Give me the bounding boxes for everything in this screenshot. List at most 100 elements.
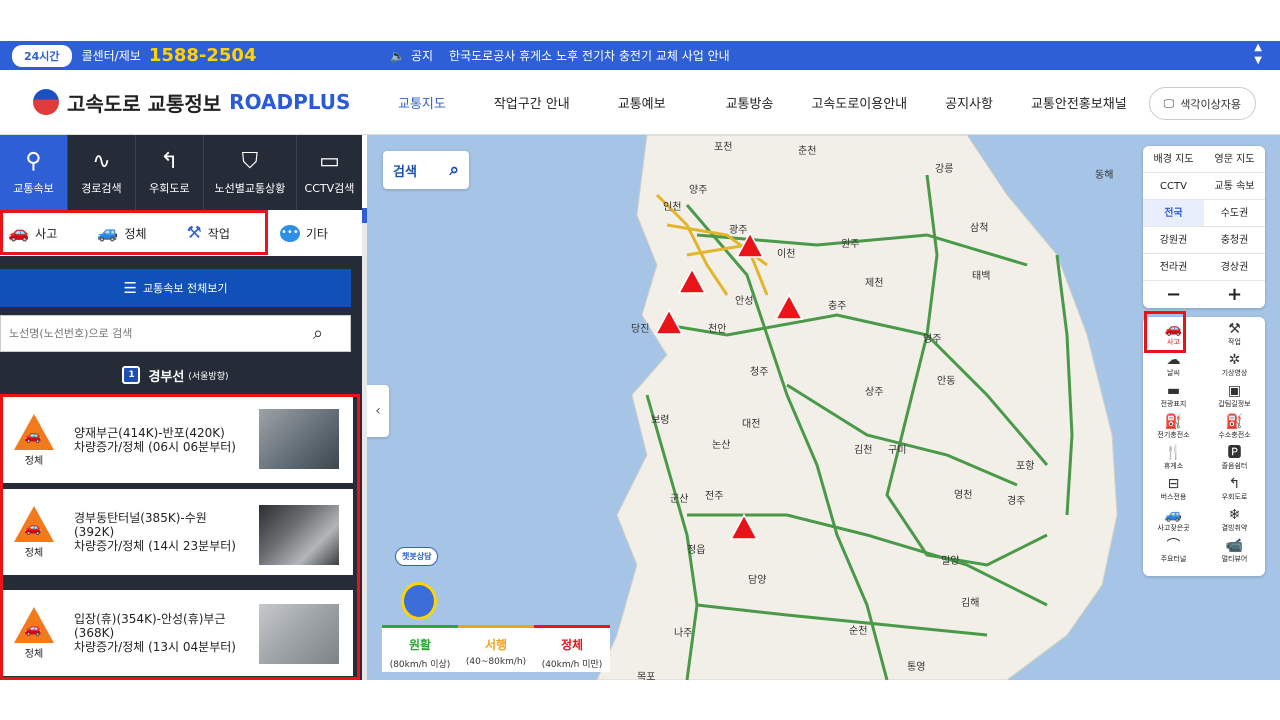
map-search-button[interactable]: 검색 ⌕ [383, 151, 469, 189]
detour-icon: ↰ [1228, 476, 1241, 492]
layer-weather-video[interactable]: ✲ 기상영상 [1204, 352, 1265, 378]
view-all-button[interactable]: ☰ 교통속보 전체보기 [0, 269, 351, 307]
layer-ev-charging[interactable]: ⛽ 전기충전소 [1143, 414, 1204, 440]
chevron-down-icon[interactable]: ▼ [1254, 54, 1262, 67]
chevron-up-icon[interactable]: ▲ [1254, 41, 1262, 54]
tab-route-status[interactable]: ⛉ 노선별교통상황 [204, 135, 297, 210]
city-label: 영주 [923, 334, 942, 345]
layer-icy-road[interactable]: ❄ 결빙취약 [1204, 507, 1265, 533]
speaker-icon: 🔈 [390, 48, 405, 63]
ev-charger-icon: ⛽ [1164, 414, 1183, 430]
layer-road-info[interactable]: ▣ 갑팀길정보 [1204, 383, 1265, 409]
nav-traffic-map[interactable]: 교통지도 [398, 93, 446, 112]
logo-ko: 고속도로 교통정보 [67, 91, 222, 116]
traffic-legend: 원활 (80km/h 이상) 서행 (40~80km/h) 정체 (40km/h… [382, 625, 610, 672]
nav-notices[interactable]: 공지사항 [945, 93, 993, 112]
detour-icon: ↰ [160, 149, 179, 174]
region-gangwon[interactable]: 강원권 [1143, 227, 1204, 253]
region-gyeongsang[interactable]: 경상권 [1204, 254, 1265, 280]
parking-icon: 🅿 [1227, 445, 1242, 461]
route-search-input[interactable] [9, 327, 299, 340]
english-map-button[interactable]: 영문 지도 [1204, 146, 1265, 172]
tab-traffic-news[interactable]: ⚲ 교통속보 [0, 135, 68, 210]
city-label: 전주 [705, 491, 724, 502]
traffic-news-button[interactable]: 교통 속보 [1204, 173, 1265, 199]
layer-label: 우회도로 [1221, 493, 1248, 501]
filter-other[interactable]: ••• 기타 [279, 224, 328, 242]
highlight-box [1144, 311, 1186, 353]
mascot-icon[interactable] [401, 582, 437, 620]
legend-item-congested: 정체 (40km/h 미만) [534, 625, 610, 672]
cctv-button[interactable]: CCTV [1143, 173, 1204, 199]
header: 고속도로 교통정보 ROADPLUS 교통지도 작업구간 안내 교통예보 교통방… [0, 70, 1280, 135]
layer-vms[interactable]: ▬ 전광표지 [1143, 383, 1204, 409]
bus-lane-icon: ⊟ [1167, 476, 1180, 492]
region-chungcheong[interactable]: 충청권 [1204, 227, 1265, 253]
layer-multiviewer[interactable]: 📹 멀티뷰어 [1204, 538, 1265, 564]
city-label: 광주 [729, 225, 748, 236]
city-label: 나주 [674, 628, 693, 639]
layer-rest-area[interactable]: 🍴 휴게소 [1143, 445, 1204, 471]
city-label: 삼척 [970, 223, 989, 234]
tunnel-icon: ⌒ [1166, 538, 1181, 554]
zoom-out-button[interactable]: − [1143, 281, 1204, 308]
nav-safety-channel[interactable]: 교통안전홍보채널 [1031, 93, 1127, 112]
monitor-icon: 🖵 [1163, 96, 1175, 110]
collapse-sidebar-button[interactable]: ‹ [367, 385, 389, 437]
tab-cctv[interactable]: ▭ CCTV검색 [297, 135, 362, 210]
tab-label: 경로검색 [81, 182, 122, 195]
city-label: 대전 [742, 419, 761, 430]
layer-weather[interactable]: ☁ 날씨 [1143, 352, 1204, 378]
city-label: 논산 [712, 440, 731, 451]
sign-icon: ▣ [1227, 383, 1242, 399]
callcenter-phone[interactable]: 1588-2504 [149, 45, 257, 66]
layer-sleep-shelter[interactable]: 🅿 졸음쉼터 [1204, 445, 1265, 471]
tab-detour[interactable]: ↰ 우회도로 [136, 135, 204, 210]
nav-broadcast[interactable]: 교통방송 [726, 93, 774, 112]
city-label: 포천 [714, 142, 733, 153]
legend-label: 서행 [484, 638, 508, 652]
zoom-in-button[interactable]: + [1204, 281, 1265, 308]
city-label: 포항 [1016, 461, 1035, 472]
city-label: 춘천 [798, 146, 817, 157]
nav-usage-guide[interactable]: 고속도로이용안내 [811, 93, 907, 112]
city-label: 인천 [663, 202, 682, 213]
layer-work[interactable]: ⚒ 작업 [1204, 321, 1265, 347]
logo[interactable]: 고속도로 교통정보 ROADPLUS [33, 88, 350, 117]
city-label: 안성 [735, 296, 754, 307]
tab-route-search[interactable]: ∿ 경로검색 [68, 135, 136, 210]
search-icon[interactable]: ⌕ [313, 323, 323, 344]
layer-label: 결빙취약 [1221, 524, 1248, 532]
nav-forecast[interactable]: 교통예보 [618, 93, 666, 112]
color-blind-button[interactable]: 🖵 색각이상자용 [1148, 87, 1256, 120]
map-layer-panel: 🚗 사고 ⚒ 작업 ☁ 날씨 ✲ 기상영상 ▬ 전광표지 ▣ 갑팀길정보 ⛽ 전기충전소 ⛽ 수… [1143, 317, 1265, 576]
notice-text[interactable]: 한국도로공사 휴게소 노후 전기차 충전기 교체 사업 안내 [449, 47, 730, 64]
layer-bus-lane[interactable]: ⊟ 버스전용 [1143, 476, 1204, 502]
city-label: 목포 [637, 672, 656, 680]
nav-work-zones[interactable]: 작업구간 안내 [494, 93, 570, 112]
notice-arrows[interactable]: ▲ ▼ [1254, 41, 1262, 67]
tab-label: 노선별교통상황 [214, 182, 286, 195]
legend-label: 원활 [408, 638, 432, 652]
layer-detour[interactable]: ↰ 우회도로 [1204, 476, 1265, 502]
layer-label: 작업 [1228, 338, 1241, 346]
region-jeolla[interactable]: 전라권 [1143, 254, 1204, 280]
layer-label: 날씨 [1167, 369, 1180, 377]
city-label: 보령 [651, 415, 670, 426]
chatbot-button[interactable]: 챗봇상담 [395, 547, 439, 566]
traffic-map[interactable]: 포천 춘천 강릉 동해 삼척 태백 양주 인천 광주 이천 원주 제천 안성 충… [367, 135, 1280, 680]
city-label: 군산 [670, 494, 689, 505]
layer-accident-prone[interactable]: 🚙 사고잦은곳 [1143, 507, 1204, 533]
city-label: 김해 [961, 598, 980, 609]
city-label: 태백 [972, 271, 991, 282]
chat-bubble-icon: ••• [279, 224, 300, 242]
legend-item-slow: 서행 (40~80km/h) [458, 625, 534, 672]
region-capital[interactable]: 수도권 [1204, 200, 1265, 226]
base-map-button[interactable]: 배경 지도 [1143, 146, 1204, 172]
city-label: 영천 [954, 490, 973, 501]
region-nationwide[interactable]: 전국 [1143, 200, 1204, 226]
notice-ticker[interactable]: 🔈 공지 한국도로공사 휴게소 노후 전기차 충전기 교체 사업 안내 [390, 41, 730, 70]
city-label: 양주 [689, 185, 708, 196]
layer-tunnel[interactable]: ⌒ 주요터널 [1143, 538, 1204, 564]
layer-hydrogen[interactable]: ⛽ 수소충전소 [1204, 414, 1265, 440]
